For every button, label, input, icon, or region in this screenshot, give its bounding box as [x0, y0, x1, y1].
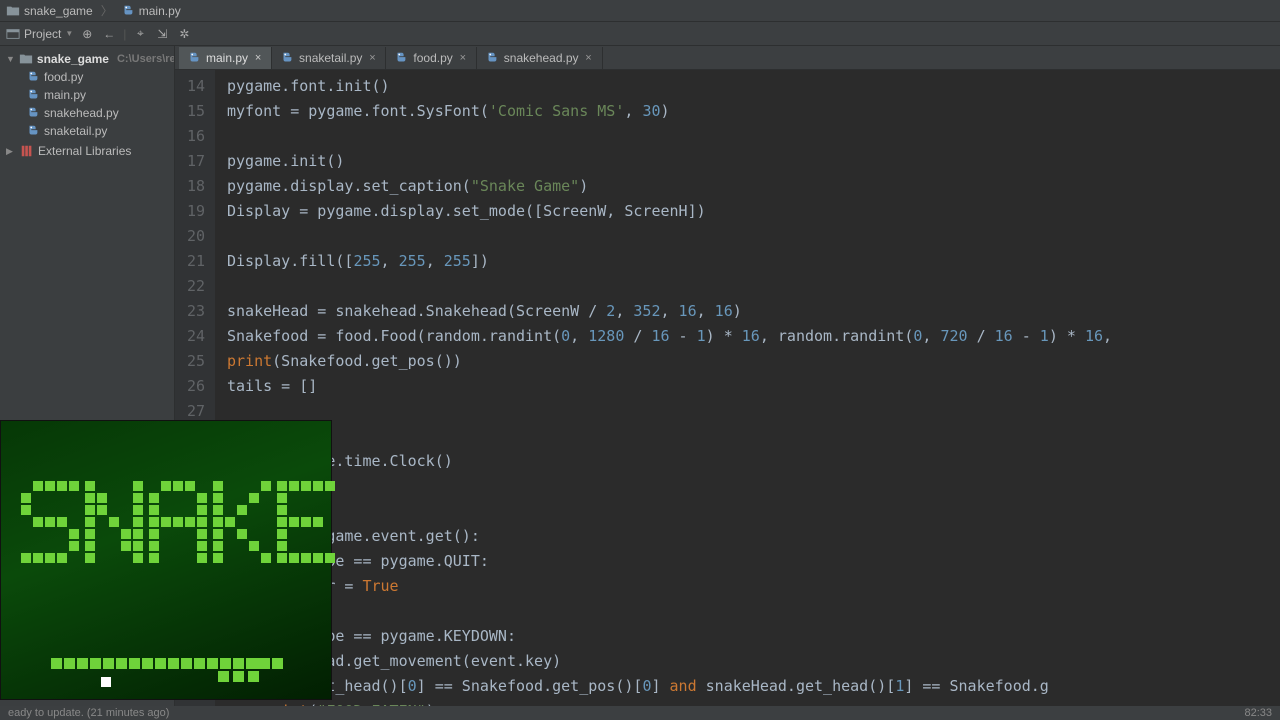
collapse-icon[interactable]: ⊕ [79, 26, 95, 42]
breadcrumb-bar: snake_game 〉 main.py [0, 0, 1280, 22]
tab-snakehead-py[interactable]: snakehead.py× [477, 47, 603, 69]
folder-icon [19, 52, 33, 66]
tree-file[interactable]: snaketail.py [0, 122, 174, 140]
tree-root[interactable]: ▼ snake_game C:\Users\rebba [0, 50, 174, 68]
tree-arrow-icon: ▼ [6, 54, 15, 64]
breadcrumb-project[interactable]: snake_game [6, 4, 93, 18]
close-icon[interactable]: × [253, 52, 263, 64]
locate-icon[interactable]: ⌖ [132, 26, 148, 42]
expand-icon[interactable]: ⇲ [154, 26, 170, 42]
tree-arrow-icon: ▶ [6, 146, 16, 157]
tab-food-py[interactable]: food.py× [386, 47, 476, 69]
close-icon[interactable]: × [584, 52, 594, 64]
tree-file[interactable]: main.py [0, 86, 174, 104]
tree-external-libraries[interactable]: ▶ External Libraries [0, 142, 174, 160]
python-file-icon [121, 4, 135, 18]
python-file-icon [187, 51, 201, 65]
editor-area: main.py×snaketail.py×food.py×snakehead.p… [175, 46, 1280, 706]
tree-file[interactable]: food.py [0, 68, 174, 86]
nav-back-icon[interactable]: ← [101, 26, 117, 42]
library-icon [20, 144, 34, 158]
python-file-icon [26, 106, 40, 120]
snake-title [21, 481, 335, 563]
close-icon[interactable]: × [367, 52, 377, 64]
python-file-icon [394, 51, 408, 65]
python-file-icon [26, 88, 40, 102]
code-content[interactable]: pygame.font.init() myfont = pygame.font.… [215, 70, 1280, 706]
status-left: eady to update. (21 minutes ago) [8, 707, 169, 719]
status-bar: eady to update. (21 minutes ago) 82:33 [0, 706, 1280, 720]
python-file-icon [26, 70, 40, 84]
code-editor[interactable]: 14 15 16 17 18 19 20 21 22 23 24 25 26 2… [175, 70, 1280, 706]
snake-head [218, 658, 261, 682]
python-file-icon [26, 124, 40, 138]
status-right: 82:33 [1244, 707, 1272, 719]
chevron-down-icon: ▼ [65, 29, 73, 38]
tree-root-path: C:\Users\rebba [117, 53, 175, 65]
snake-food [101, 677, 111, 687]
python-file-icon [280, 51, 294, 65]
close-icon[interactable]: × [458, 52, 468, 64]
folder-icon [6, 4, 20, 18]
tree-root-label: snake_game [37, 52, 109, 66]
settings-icon[interactable]: ✲ [176, 26, 192, 42]
breadcrumb-project-label: snake_game [24, 4, 93, 18]
tree-file[interactable]: snakehead.py [0, 104, 174, 122]
tree-external-label: External Libraries [38, 144, 131, 158]
project-toolbar: Project ▼ ⊕ ← | ⌖ ⇲ ✲ [0, 22, 1280, 46]
tab-snaketail-py[interactable]: snaketail.py× [272, 47, 386, 69]
project-dropdown[interactable]: Project ▼ [6, 27, 73, 41]
python-file-icon [485, 51, 499, 65]
editor-tabs: main.py×snaketail.py×food.py×snakehead.p… [175, 46, 1280, 70]
breadcrumb-file-label: main.py [139, 4, 181, 18]
tab-main-py[interactable]: main.py× [179, 47, 272, 69]
snake-game-overlay [0, 420, 332, 700]
chevron-right-icon: 〉 [101, 2, 113, 19]
project-icon [6, 27, 20, 41]
project-label: Project [24, 27, 61, 41]
breadcrumb-file[interactable]: main.py [121, 4, 181, 18]
